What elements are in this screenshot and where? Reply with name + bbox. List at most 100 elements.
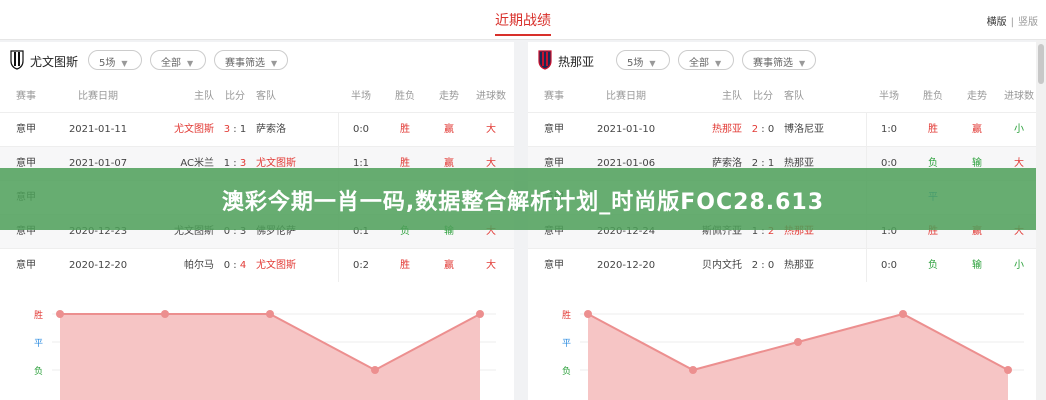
y-axis-label: 胜 xyxy=(562,311,572,321)
date-cell: 2020-12-20 xyxy=(596,260,656,271)
away-team-cell[interactable]: 热那亚 xyxy=(784,249,862,283)
table-header: 赛事 比赛日期 主队 比分 客队 半场 胜负 走势 进球数 xyxy=(528,82,1042,112)
date-cell: 2020-12-20 xyxy=(68,260,128,271)
chevron-down-icon: ▼ xyxy=(649,59,656,68)
home-team-cell[interactable]: 贝内文托 xyxy=(664,249,742,283)
away-score: 4 xyxy=(239,260,247,271)
half-time-cell: 0:0 xyxy=(352,124,370,135)
y-axis-label: 胜 xyxy=(34,311,44,321)
team-header: 尤文图斯 5场 ▼ 全部 ▼ 赛事筛选 ▼ xyxy=(0,42,514,78)
form-area xyxy=(588,314,1008,400)
league-filter-select[interactable]: 赛事筛选 ▼ xyxy=(214,50,288,70)
form-point[interactable] xyxy=(476,310,484,318)
scope-select[interactable]: 全部 ▼ xyxy=(678,50,734,70)
league-cell: 意甲 xyxy=(16,260,36,271)
form-point[interactable] xyxy=(371,366,379,374)
away-score: 0 xyxy=(767,124,775,135)
team-name[interactable]: 热那亚 xyxy=(558,53,594,70)
column-header: 比分 xyxy=(225,91,245,102)
match-count-select[interactable]: 5场 ▼ xyxy=(616,50,670,70)
page-title[interactable]: 近期战绩 xyxy=(0,10,1046,36)
y-axis-label: 平 xyxy=(562,339,572,349)
date-cell: 2021-01-11 xyxy=(68,124,128,135)
form-point[interactable] xyxy=(584,310,592,318)
column-header: 比赛日期 xyxy=(606,91,646,102)
scrollbar[interactable] xyxy=(1036,40,1046,400)
team-name[interactable]: 尤文图斯 xyxy=(30,53,78,70)
result-cell: 胜 xyxy=(400,124,410,135)
scrollbar-thumb[interactable] xyxy=(1038,44,1044,84)
league-cell: 意甲 xyxy=(16,124,36,135)
table-row[interactable]: 意甲 2021-01-10 热那亚 2 : 0 博洛尼亚 1:0 胜 赢 小 xyxy=(528,112,1042,146)
half-time-cell: 1:0 xyxy=(880,124,898,135)
goals-cell: 小 xyxy=(1014,124,1024,135)
half-time-cell: 0:2 xyxy=(352,260,370,271)
trend-cell: 输 xyxy=(972,260,982,271)
overlay-banner: 澳彩今期一肖一码,数据整合解析计划_时尚版FOC28.613 xyxy=(0,168,1046,230)
column-header: 客队 xyxy=(256,91,276,102)
top-bar: 近期战绩 横版 | 竖版 xyxy=(0,0,1046,40)
league-filter-select[interactable]: 赛事筛选 ▼ xyxy=(742,50,816,70)
team-header: 热那亚 5场 ▼ 全部 ▼ 赛事筛选 ▼ xyxy=(528,42,1042,78)
layout-horizontal[interactable]: 横版 xyxy=(987,17,1007,28)
team-logo-icon xyxy=(538,50,552,70)
y-axis-label: 负 xyxy=(562,367,572,377)
scope-select[interactable]: 全部 ▼ xyxy=(150,50,206,70)
trend-cell: 赢 xyxy=(444,260,454,271)
home-team-cell[interactable]: 尤文图斯 xyxy=(136,113,214,147)
table-row[interactable]: 意甲 2020-12-20 贝内文托 2 : 0 热那亚 0:0 负 输 小 xyxy=(528,248,1042,282)
column-header: 比分 xyxy=(753,91,773,102)
form-point[interactable] xyxy=(899,310,907,318)
table-row[interactable]: 意甲 2020-12-20 帕尔马 0 : 4 尤文图斯 0:2 胜 赢 大 xyxy=(0,248,514,282)
away-team-cell[interactable]: 博洛尼亚 xyxy=(784,113,862,147)
layout-vertical[interactable]: 竖版 xyxy=(1018,17,1038,28)
match-count-select[interactable]: 5场 ▼ xyxy=(88,50,142,70)
column-header: 主队 xyxy=(722,91,742,102)
result-cell: 胜 xyxy=(400,260,410,271)
home-team-cell[interactable]: 热那亚 xyxy=(664,113,742,147)
chevron-down-icon: ▼ xyxy=(715,59,722,68)
away-team-cell[interactable]: 尤文图斯 xyxy=(256,249,334,283)
trend-cell: 赢 xyxy=(972,124,982,135)
chevron-down-icon: ▼ xyxy=(121,59,128,68)
form-point[interactable] xyxy=(266,310,274,318)
column-header: 胜负 xyxy=(395,91,415,102)
away-team-cell[interactable]: 萨索洛 xyxy=(256,113,334,147)
form-chart: 胜平负 xyxy=(528,288,1042,400)
form-point[interactable] xyxy=(161,310,169,318)
home-team-cell[interactable]: 帕尔马 xyxy=(136,249,214,283)
column-header: 半场 xyxy=(351,91,371,102)
form-point[interactable] xyxy=(1004,366,1012,374)
table-row[interactable]: 意甲 2021-01-11 尤文图斯 3 : 1 萨索洛 0:0 胜 赢 大 xyxy=(0,112,514,146)
chevron-down-icon: ▼ xyxy=(271,59,278,68)
form-point[interactable] xyxy=(56,310,64,318)
half-time-cell: 0:0 xyxy=(880,260,898,271)
form-area xyxy=(60,314,480,400)
form-chart-svg xyxy=(580,310,1024,400)
away-score: 0 xyxy=(767,260,775,271)
result-cell: 负 xyxy=(928,260,938,271)
column-header: 比赛日期 xyxy=(78,91,118,102)
y-axis-label: 负 xyxy=(34,367,44,377)
date-cell: 2021-01-10 xyxy=(596,124,656,135)
column-header: 走势 xyxy=(967,91,987,102)
goals-cell: 大 xyxy=(486,124,496,135)
y-axis-label: 平 xyxy=(34,339,44,349)
form-point[interactable] xyxy=(794,338,802,346)
chevron-down-icon: ▼ xyxy=(187,59,194,68)
column-header: 客队 xyxy=(784,91,804,102)
score-cell: 3 : 1 xyxy=(223,124,247,135)
column-header: 进球数 xyxy=(476,91,506,102)
league-cell: 意甲 xyxy=(544,124,564,135)
result-cell: 胜 xyxy=(928,124,938,135)
score-cell: 2 : 0 xyxy=(751,124,775,135)
table-header: 赛事 比赛日期 主队 比分 客队 半场 胜负 走势 进球数 xyxy=(0,82,514,112)
away-score: 1 xyxy=(239,124,247,135)
form-chart: 胜平负 xyxy=(0,288,514,400)
column-header: 胜负 xyxy=(923,91,943,102)
column-header: 走势 xyxy=(439,91,459,102)
team-logo-icon xyxy=(10,50,24,70)
form-point[interactable] xyxy=(689,366,697,374)
banner-text: 澳彩今期一肖一码,数据整合解析计划_时尚版FOC28.613 xyxy=(221,190,825,215)
form-chart-svg xyxy=(52,310,496,400)
